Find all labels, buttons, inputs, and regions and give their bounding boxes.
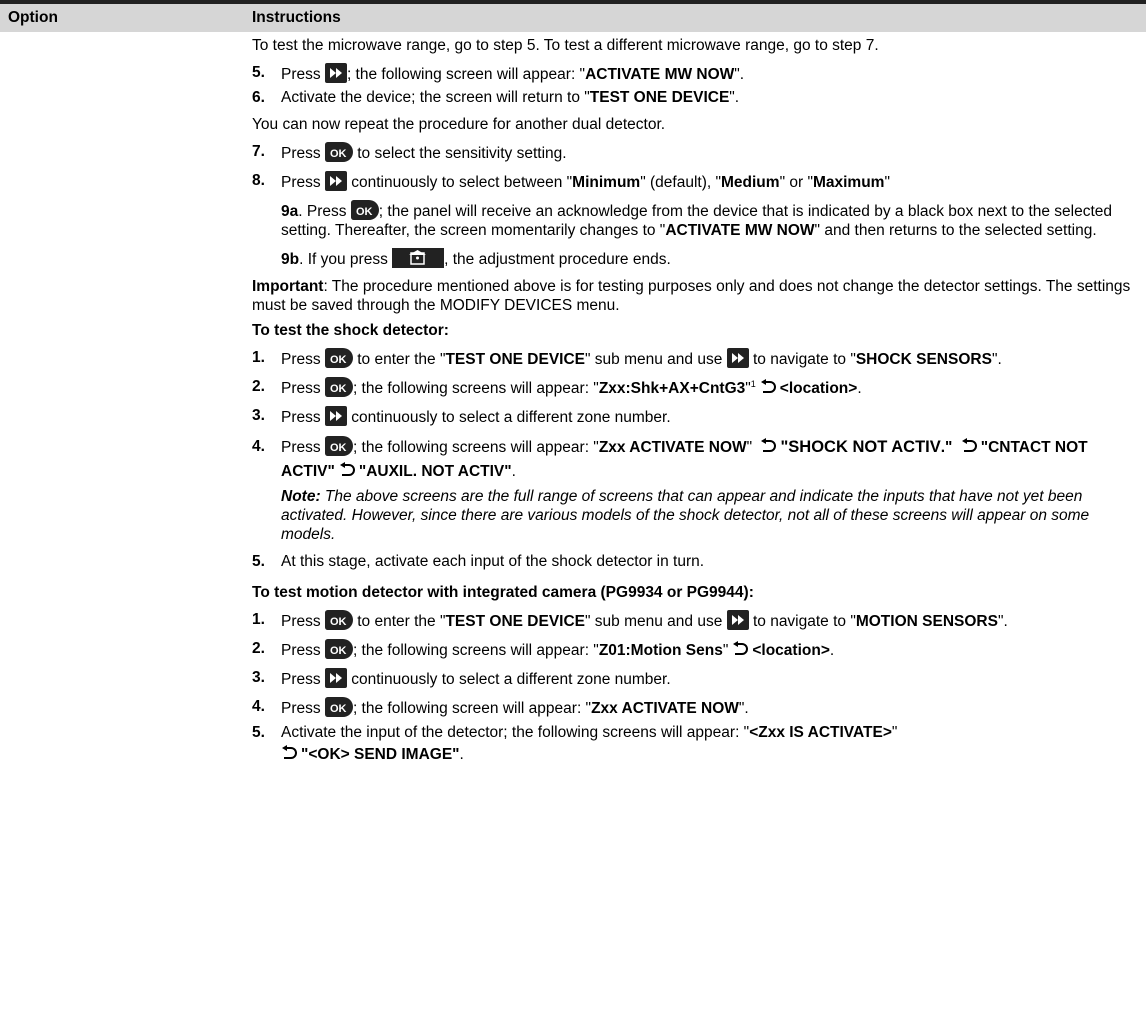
return-arrow-icon bbox=[760, 438, 777, 452]
ok-key-icon: OK bbox=[324, 610, 353, 630]
ok-key-icon: OK bbox=[350, 200, 379, 220]
motion-step-1: 1. Press OK to enter the "TEST ONE DEVIC… bbox=[252, 610, 1008, 630]
shock-step-2: 2. Press OK; the following screens will … bbox=[252, 377, 862, 397]
return-arrow-icon bbox=[732, 641, 749, 655]
instructions-cell: To test the microwave range, go to step … bbox=[252, 32, 1132, 766]
motion-step-4: 4. Press OK; the following screen will a… bbox=[252, 697, 749, 717]
fast-forward-key-icon bbox=[324, 406, 347, 426]
ok-key-icon: OK bbox=[324, 639, 353, 659]
fast-forward-key-icon bbox=[726, 348, 749, 368]
home-key-icon bbox=[392, 248, 445, 268]
return-arrow-icon bbox=[960, 438, 977, 452]
important-note: Important: The procedure mentioned above… bbox=[252, 278, 1131, 314]
fast-forward-key-icon bbox=[324, 668, 347, 688]
mw-step-9a: 9a. Press OK; the panel will receive an … bbox=[252, 200, 1132, 240]
return-arrow-icon bbox=[338, 462, 355, 476]
return-arrow-icon bbox=[281, 745, 297, 759]
svg-text:OK: OK bbox=[330, 383, 347, 395]
ok-key-icon: OK bbox=[324, 436, 353, 456]
shock-heading: To test the shock detector: bbox=[252, 322, 449, 339]
mw-step-5: 5. Press ; the following screen will app… bbox=[252, 63, 745, 83]
svg-text:OK: OK bbox=[330, 354, 347, 366]
svg-text:OK: OK bbox=[330, 645, 347, 657]
motion-step-3: 3. Press continuously to select a differ… bbox=[252, 668, 671, 688]
svg-text:OK: OK bbox=[356, 206, 373, 218]
ok-key-icon: OK bbox=[324, 348, 353, 368]
shock-step-4: 4. Press OK; the following screens will … bbox=[252, 435, 1132, 544]
motion-heading: To test motion detector with integrated … bbox=[252, 584, 754, 601]
shock-step-1: 1. Press OK to enter the "TEST ONE DEVIC… bbox=[252, 348, 1002, 368]
shock-step-3: 3. Press continuously to select a differ… bbox=[252, 406, 671, 426]
fast-forward-key-icon bbox=[726, 610, 749, 630]
motion-step-2: 2. Press OK; the following screens will … bbox=[252, 639, 835, 659]
shock-step-5: 5. At this stage, activate each input of… bbox=[252, 553, 705, 570]
intro-text: To test the microwave range, go to step … bbox=[252, 37, 879, 54]
ok-key-icon: OK bbox=[324, 697, 353, 717]
table-header: Option Instructions bbox=[0, 4, 1146, 32]
return-arrow-icon bbox=[759, 379, 776, 393]
svg-text:OK: OK bbox=[330, 442, 347, 454]
ok-key-icon: OK bbox=[324, 377, 353, 397]
option-column-header: Option bbox=[8, 9, 58, 26]
motion-step-5: 5. Activate the input of the detector; t… bbox=[252, 724, 898, 763]
mw-step-9b: 9b. If you press , the adjustment proced… bbox=[252, 248, 1132, 269]
ok-key-icon: OK bbox=[324, 142, 353, 162]
fast-forward-key-icon bbox=[324, 63, 347, 83]
repeat-text: You can now repeat the procedure for ano… bbox=[252, 116, 666, 133]
mw-step-7: 7. Press OK to select the sensitivity se… bbox=[252, 142, 567, 162]
instructions-column-header: Instructions bbox=[252, 9, 341, 26]
svg-text:OK: OK bbox=[330, 616, 347, 628]
mw-step-8: 8. Press continuously to select between … bbox=[252, 171, 890, 191]
mw-step-6: 6. Activate the device; the screen will … bbox=[252, 89, 740, 106]
svg-text:OK: OK bbox=[330, 148, 347, 160]
fast-forward-key-icon bbox=[324, 171, 347, 191]
svg-text:OK: OK bbox=[330, 703, 347, 715]
shock-note: Note: The above screens are the full ran… bbox=[281, 488, 1090, 543]
